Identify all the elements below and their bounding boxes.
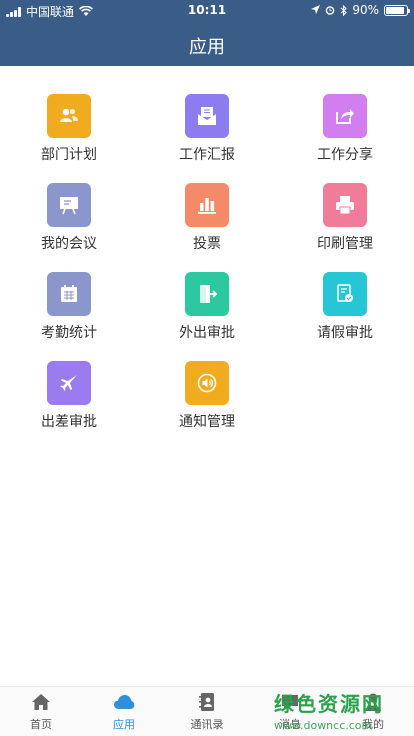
alarm-icon [326,6,335,15]
app-label: 部门计划 [41,147,97,163]
print-icon [323,183,367,227]
battery-icon [384,4,410,16]
app-label: 外出审批 [179,325,235,341]
tab-apps[interactable]: 应用 [83,691,165,735]
speaker-icon [185,361,229,405]
app-label: 出差审批 [41,414,97,430]
tab-home[interactable]: 首页 [0,691,82,735]
app-outing-approval[interactable]: 外出审批 [147,272,267,352]
vote-icon [185,183,229,227]
app-vote[interactable]: 投票 [147,183,267,263]
cloud-icon [114,695,135,709]
app-attendance-stats[interactable]: 考勤统计 [9,272,129,352]
app-work-report[interactable]: 工作汇报 [147,94,267,174]
location-icon [311,5,321,14]
app-label: 请假审批 [317,325,373,341]
share-icon [323,94,367,138]
home-icon [32,694,50,710]
department-icon [47,94,91,138]
app-label: 通知管理 [179,414,235,430]
tab-label: 首页 [30,718,52,731]
tab-label: 应用 [113,718,135,731]
exit-icon [185,272,229,316]
app-label: 投票 [193,236,221,252]
app-work-share[interactable]: 工作分享 [285,94,405,174]
app-department-plan[interactable]: 部门计划 [9,94,129,174]
app-label: 工作分享 [317,147,373,163]
status-bar: 中国联通 10:11 90% [0,0,414,22]
top-bar: 中国联通 10:11 90% 应用 [0,0,414,66]
report-icon [185,94,229,138]
tab-label: 通讯录 [190,718,224,731]
page-title: 应用 [189,37,225,58]
watermark: 绿色资源网 www.downcc.com [274,688,414,734]
app-notice-management[interactable]: 通知管理 [147,361,267,441]
watermark-url: www.downcc.com [274,719,373,732]
app-label: 印刷管理 [317,236,373,252]
battery-percent: 90% [352,3,379,17]
calendar-icon [47,272,91,316]
app-label: 工作汇报 [179,147,235,163]
watermark-title: 绿色资源网 [274,692,384,716]
plane-icon [47,361,91,405]
leave-icon [323,272,367,316]
contacts-icon [199,693,214,711]
app-label: 我的会议 [41,236,97,252]
meeting-icon [47,183,91,227]
app-my-meeting[interactable]: 我的会议 [9,183,129,263]
app-business-trip-approval[interactable]: 出差审批 [9,361,129,441]
tab-contacts[interactable]: 通讯录 [166,691,248,735]
app-leave-approval[interactable]: 请假审批 [285,272,405,352]
bluetooth-icon [340,4,348,16]
app-print-management[interactable]: 印刷管理 [285,183,405,263]
app-label: 考勤统计 [41,325,97,341]
